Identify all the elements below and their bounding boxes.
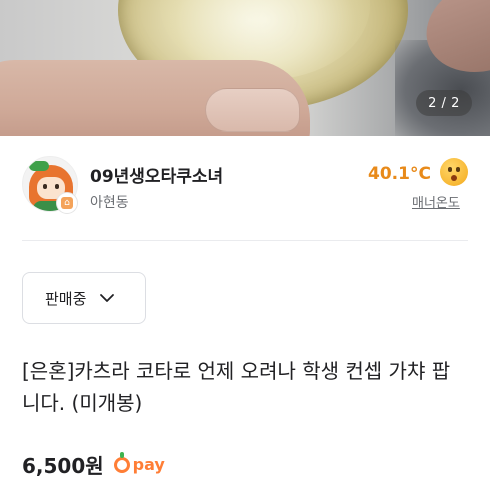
product-title: [은혼]카츠라 코타로 언제 오려나 학생 컨셉 가챠 팝니다. (미개봉) [22, 359, 451, 415]
divider [22, 240, 468, 241]
photo-nail [205, 88, 300, 132]
smile-face-icon [440, 158, 468, 186]
avatar-eye [55, 184, 59, 189]
image-counter: 2 / 2 [416, 90, 472, 116]
avatar-eye [43, 184, 47, 189]
avatar-bow [29, 161, 49, 171]
seller-profile[interactable]: ⌂ 09년생오타쿠소녀 아현동 40.1°C 매너온도 [22, 152, 468, 222]
seller-region: 아현동 [90, 195, 129, 211]
carrot-pay-badge: pay [113, 451, 165, 474]
sale-status-label: 판매중 [45, 289, 87, 308]
chevron-down-icon [98, 289, 116, 307]
manner-temperature: 40.1°C [368, 164, 431, 184]
sale-status-dropdown[interactable]: 판매중 [22, 272, 146, 324]
carrot-pay-icon [113, 451, 130, 473]
manner-temperature-link[interactable]: 매너온도 [412, 192, 460, 211]
seller-nickname[interactable]: 09년생오타쿠소녀 [90, 162, 223, 187]
product-price: 6,500원 [22, 454, 104, 478]
price-row: 6,500원 pay [22, 450, 165, 479]
product-photo[interactable]: 2 / 2 [0, 0, 490, 136]
region-badge-icon: ⌂ [56, 192, 78, 214]
pay-label: pay [132, 455, 165, 474]
